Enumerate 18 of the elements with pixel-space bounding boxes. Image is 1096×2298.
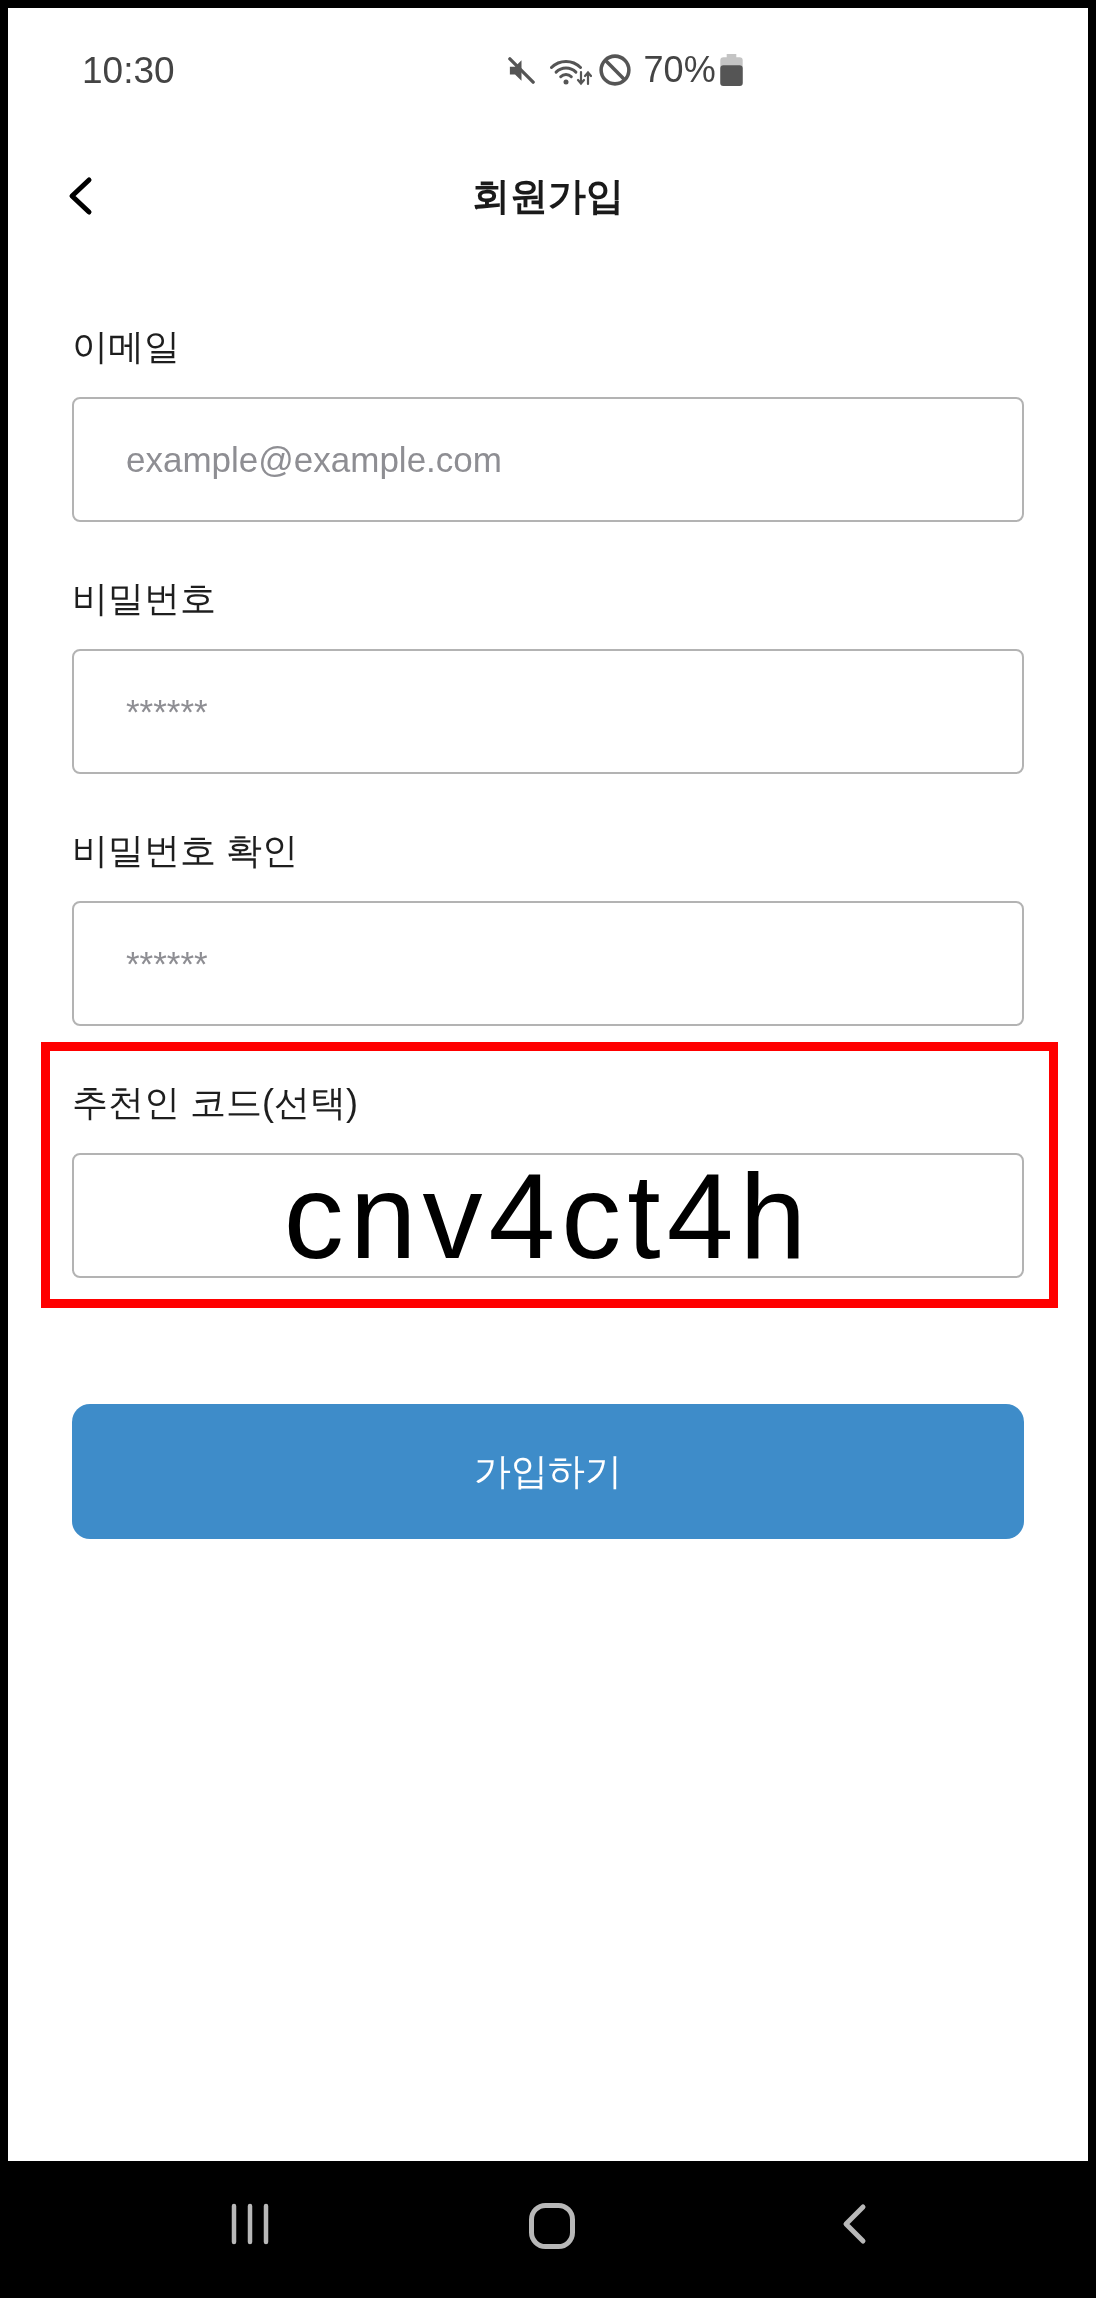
battery-icon xyxy=(719,54,743,86)
text-field[interactable]: cnv4ct4h xyxy=(72,1153,1024,1278)
battery-percentage: 70% xyxy=(643,52,716,88)
screen-title: 회원가입 xyxy=(472,177,624,215)
do-not-disturb-icon xyxy=(597,53,632,87)
submit-button[interactable]: 가입하기 xyxy=(72,1404,1024,1539)
field-label: 비밀번호 확인 xyxy=(72,829,298,873)
text-field[interactable]: ****** xyxy=(72,649,1024,774)
field-label: 추천인 코드(선택) xyxy=(72,1081,358,1125)
field-label: 비밀번호 xyxy=(72,577,216,621)
rounded-square-icon[interactable] xyxy=(529,2203,575,2249)
text-field[interactable]: example@example.com xyxy=(72,397,1024,522)
muted-speaker-icon xyxy=(505,54,537,86)
status-time: 10:30 xyxy=(82,51,175,89)
vertical-bars-icon[interactable] xyxy=(231,2203,269,2245)
chevron-left-icon[interactable] xyxy=(841,2203,867,2245)
text-field[interactable]: ****** xyxy=(72,901,1024,1026)
field-label: 이메일 xyxy=(72,325,180,369)
